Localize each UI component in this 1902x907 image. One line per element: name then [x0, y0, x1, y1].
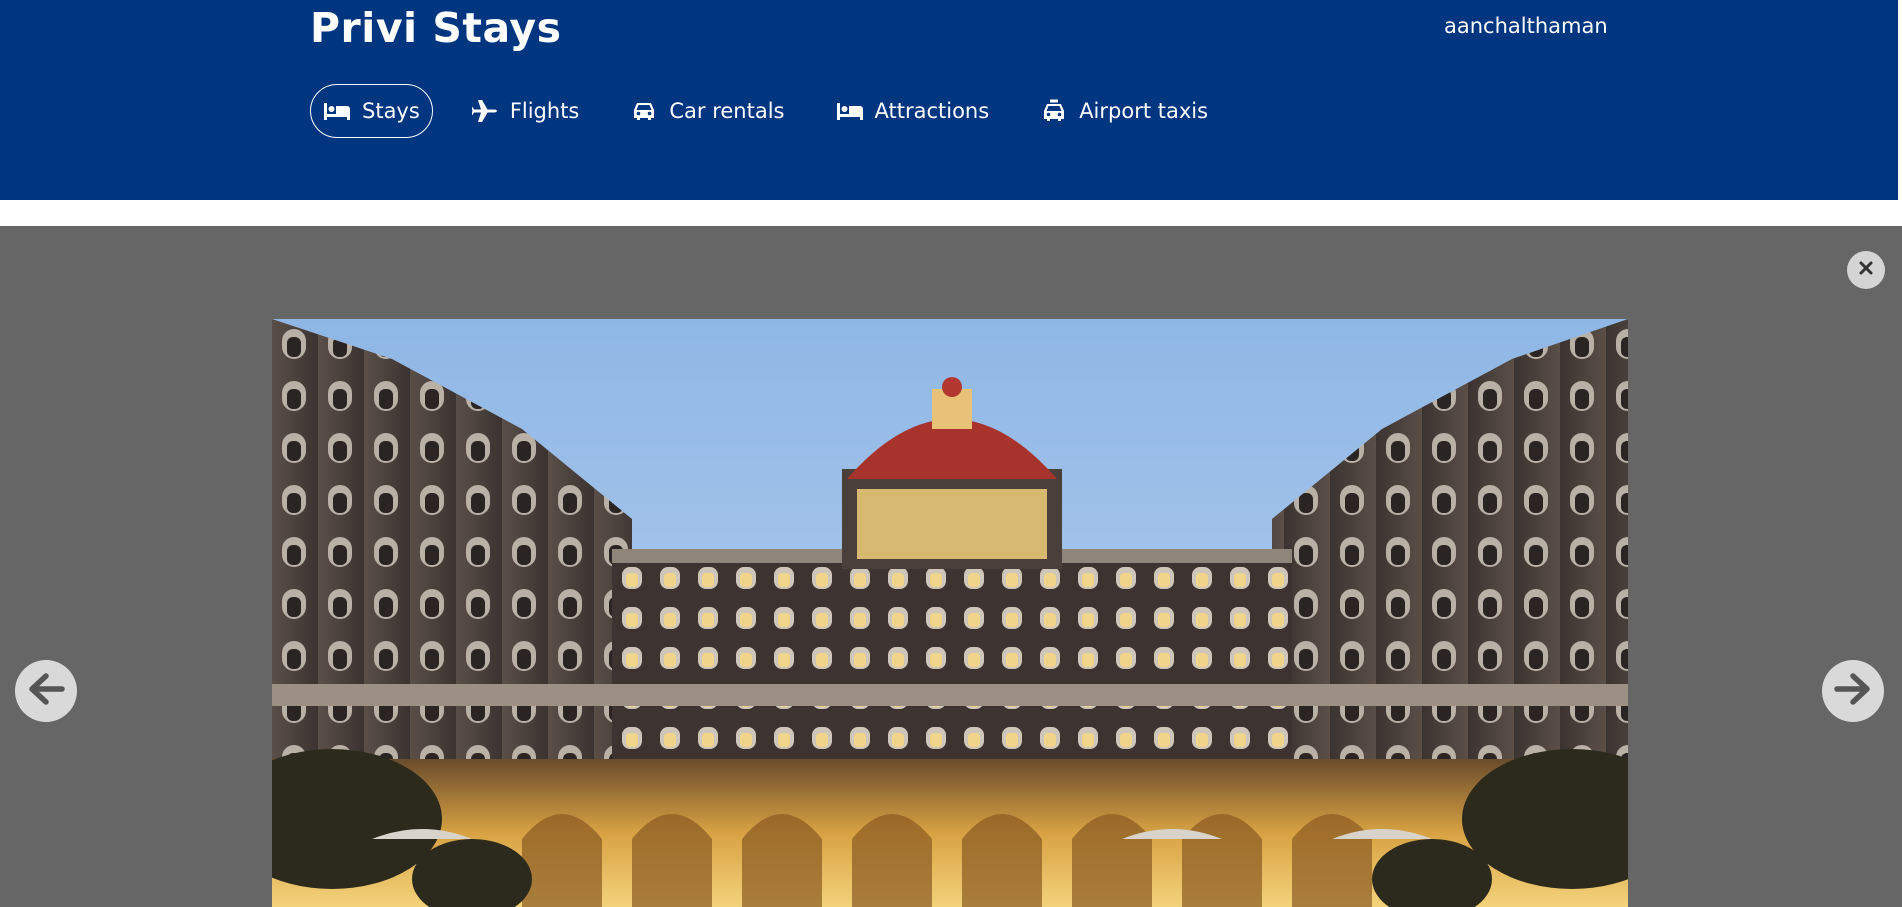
close-icon: [1858, 260, 1874, 280]
bed-icon: [322, 99, 352, 123]
nav-item-attractions[interactable]: Attractions: [822, 84, 1003, 138]
taxi-icon: [1039, 99, 1069, 123]
arrow-right-icon: [1833, 671, 1873, 711]
header-spacer: [0, 200, 1902, 226]
nav-label-stays: Stays: [362, 99, 420, 123]
nav-label-airport-taxis: Airport taxis: [1079, 99, 1209, 123]
close-button[interactable]: [1847, 251, 1885, 289]
nav-item-airport-taxis[interactable]: Airport taxis: [1026, 84, 1221, 138]
nav-item-flights[interactable]: Flights: [457, 84, 593, 138]
previous-photo-button[interactable]: [15, 660, 77, 722]
site-header: Privi Stays aanchalthaman Stays Flights …: [0, 0, 1898, 200]
arrow-left-icon: [26, 671, 66, 711]
nav-label-attractions: Attractions: [874, 99, 990, 123]
plane-icon: [470, 99, 500, 123]
nav-label-flights: Flights: [509, 99, 580, 123]
username[interactable]: aanchalthaman: [1444, 14, 1608, 38]
photo-gallery-overlay: [0, 226, 1902, 907]
brand-logo[interactable]: Privi Stays: [310, 4, 562, 52]
next-photo-button[interactable]: [1822, 660, 1884, 722]
car-icon: [629, 99, 659, 123]
main-nav: Stays Flights Car rentals Attractions Ai…: [310, 84, 1245, 138]
hotel-building-photo: [272, 319, 1628, 907]
nav-item-car-rentals[interactable]: Car rentals: [616, 84, 797, 138]
nav-item-stays[interactable]: Stays: [310, 84, 433, 138]
bed-icon: [835, 99, 865, 123]
nav-label-car-rentals: Car rentals: [669, 99, 785, 123]
